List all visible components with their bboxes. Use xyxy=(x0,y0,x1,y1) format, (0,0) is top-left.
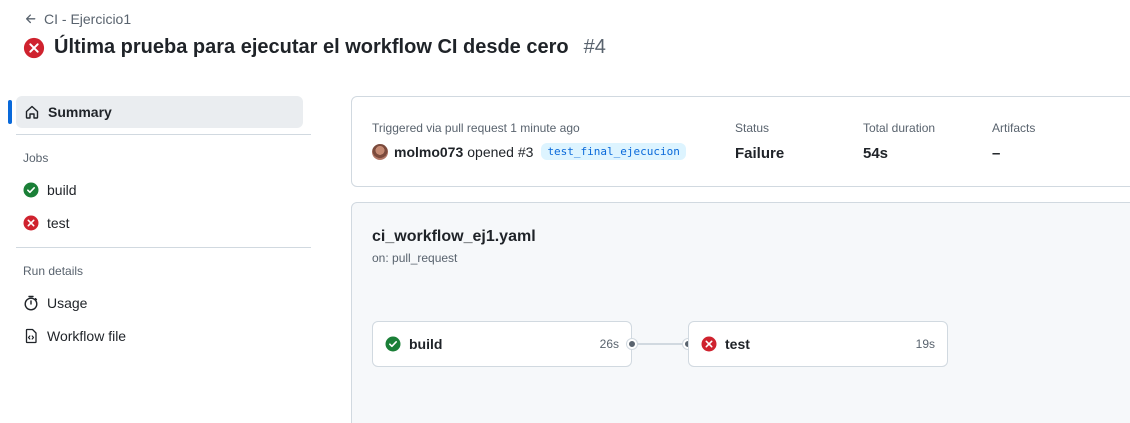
check-circle-fill-icon xyxy=(385,336,401,352)
trigger-action[interactable]: opened #3 xyxy=(467,144,533,160)
jobs-heading: Jobs xyxy=(23,151,49,165)
stopwatch-icon xyxy=(24,295,38,311)
trigger-info: Triggered via pull request 1 minute ago … xyxy=(372,121,686,160)
x-circle-fill-icon xyxy=(23,215,39,230)
trigger-label: Triggered via pull request 1 minute ago xyxy=(372,121,580,135)
sidebar-item-label: build xyxy=(47,181,77,198)
sidebar-item-label: Usage xyxy=(47,294,88,311)
arrow-left-icon xyxy=(25,14,36,24)
status-info: Status Failure xyxy=(735,121,784,162)
job-node-test[interactable]: test 19s xyxy=(688,321,948,367)
x-circle-fill-icon xyxy=(701,336,717,352)
sidebar-item-usage[interactable]: Usage xyxy=(8,286,311,319)
status-value: Failure xyxy=(735,145,785,162)
duration-value: 54s xyxy=(863,145,889,162)
run-number: #4 xyxy=(583,36,606,58)
sidebar-item-build[interactable]: build xyxy=(8,173,311,206)
artifacts-label: Artifacts xyxy=(992,121,1036,135)
sidebar-item-label: Workflow file xyxy=(47,327,127,344)
status-label: Status xyxy=(735,121,770,135)
artifacts-info: Artifacts – xyxy=(992,121,1035,162)
workflow-graph: ci_workflow_ej1.yaml on: pull_request bu… xyxy=(351,202,1130,423)
page-title: Última prueba para ejecutar el workflow … xyxy=(23,36,606,59)
duration-label: Total duration xyxy=(863,121,936,135)
x-circle-fill-icon xyxy=(23,37,45,58)
run-summary-card: Triggered via pull request 1 minute ago … xyxy=(351,96,1130,187)
check-circle-fill-icon xyxy=(23,182,39,197)
job-node-build[interactable]: build 26s xyxy=(372,321,632,367)
branch-badge[interactable]: test_final_ejecucion xyxy=(541,143,686,160)
job-name: build xyxy=(409,336,443,352)
sidebar-item-workflow-file[interactable]: Workflow file xyxy=(8,319,311,352)
sidebar-item-label: Summary xyxy=(48,104,112,120)
artifacts-value: – xyxy=(992,145,1001,162)
job-name: test xyxy=(725,336,750,352)
avatar[interactable] xyxy=(372,143,388,160)
job-duration: 19s xyxy=(915,337,935,351)
workflow-file-name[interactable]: ci_workflow_ej1.yaml xyxy=(372,228,536,246)
sidebar-item-label: test xyxy=(47,214,70,231)
workflow-trigger: on: pull_request xyxy=(372,251,458,265)
sidebar-item-test[interactable]: test xyxy=(8,206,311,239)
sidebar-item-summary[interactable]: Summary xyxy=(8,96,303,128)
job-duration: 26s xyxy=(599,337,619,351)
run-title: Última prueba para ejecutar el workflow … xyxy=(54,36,569,58)
sidebar: Summary Jobs build test Run details Usag… xyxy=(8,96,311,352)
trigger-user-link[interactable]: molmo073 xyxy=(394,144,463,160)
duration-info: Total duration 54s xyxy=(863,121,935,162)
breadcrumb-label: CI - Ejercicio1 xyxy=(44,11,132,27)
file-code-icon xyxy=(25,328,37,343)
back-link[interactable]: CI - Ejercicio1 xyxy=(24,11,131,27)
home-icon xyxy=(25,105,39,119)
job-connector xyxy=(632,343,688,345)
run-details-heading: Run details xyxy=(23,264,84,278)
connector-dot-out xyxy=(627,339,637,349)
